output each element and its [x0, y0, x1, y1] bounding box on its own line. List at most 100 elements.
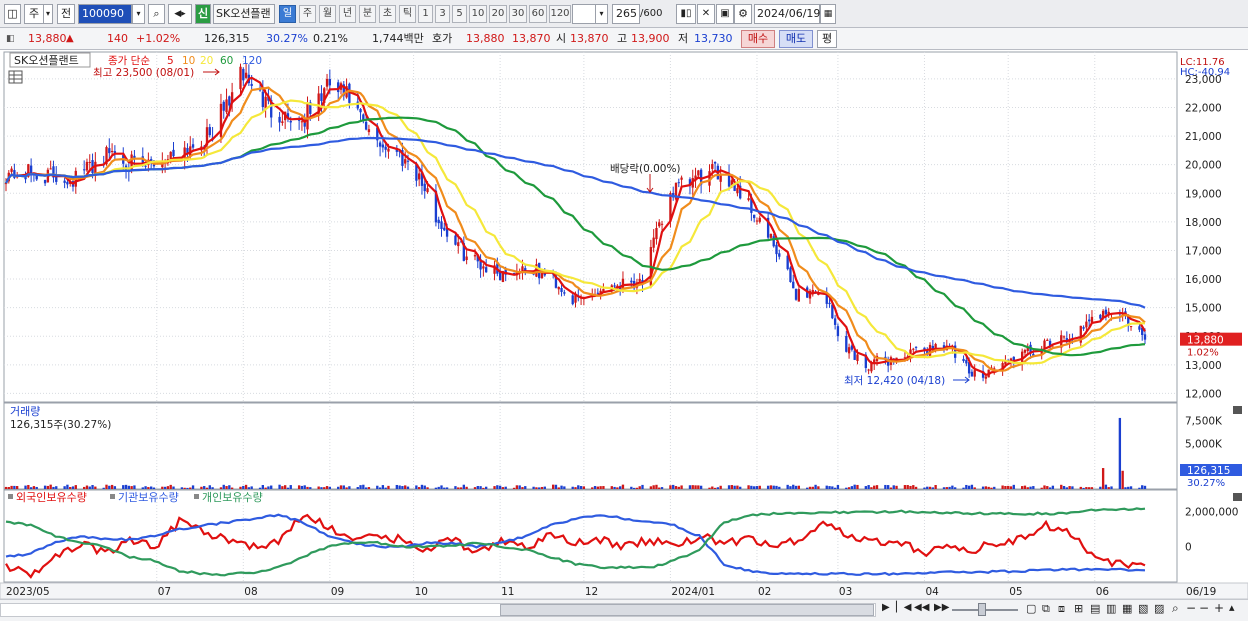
quote-menu-icon[interactable]: ◧	[6, 28, 15, 50]
interval-button[interactable]: 3	[435, 5, 450, 23]
count-input[interactable]: 265	[612, 4, 640, 24]
interval-button[interactable]: 60	[529, 5, 547, 23]
buy-button[interactable]: 매수	[741, 30, 775, 48]
timeframe-button[interactable]: 틱	[399, 5, 416, 23]
trade-amount: 1,744백만	[372, 32, 424, 45]
timeframe-button[interactable]: 월	[319, 5, 336, 23]
layout-icon-7[interactable]: ▦	[1122, 602, 1132, 615]
interval-button[interactable]: 10	[469, 5, 487, 23]
zoom-search-icon[interactable]: ⌕	[1172, 601, 1179, 616]
volume-bar	[244, 484, 248, 489]
chevron-down-icon[interactable]: ▾	[44, 4, 53, 24]
volume-bar	[289, 485, 292, 489]
interval-button[interactable]: 1	[418, 5, 433, 23]
candle-body	[711, 164, 714, 169]
volume-bar	[697, 485, 700, 489]
speaker-icon[interactable]: ◀▸	[168, 4, 192, 24]
volume-bar	[108, 485, 111, 489]
volume-bar	[1007, 485, 1010, 489]
chart-scrollbar[interactable]: ▶ ▏◀ ◀◀ ▶▶ ▢ ⧉ ⧈ ⊞ ▤ ▥ ▦ ▧ ▨ ⌕ − − + ▴	[0, 599, 1248, 621]
zoom-slider-handle[interactable]	[978, 603, 986, 616]
volume-bar	[348, 486, 351, 489]
calendar-icon[interactable]: ▦	[820, 4, 836, 24]
zoom-in-icon[interactable]: +	[1214, 601, 1224, 615]
scroll-right-icon[interactable]: ▶	[882, 602, 890, 613]
period-select[interactable]: 주	[24, 4, 44, 24]
layout-icon-5[interactable]: ▤	[1090, 602, 1100, 615]
candle-body	[755, 220, 759, 222]
volume-bar	[339, 485, 343, 489]
layout-icon-6[interactable]: ▥	[1106, 602, 1116, 615]
candle-body	[680, 177, 683, 180]
volume-bar	[730, 485, 734, 489]
timeframe-button[interactable]: 일	[279, 5, 296, 23]
volume-bar	[10, 485, 13, 489]
candle-body	[1143, 334, 1147, 340]
layout-icon-3[interactable]: ⧈	[1058, 602, 1065, 616]
scroll-thumb[interactable]	[500, 604, 874, 616]
date-input[interactable]: 2024/06/19	[754, 4, 820, 24]
chart-menu-icon[interactable]: ◫	[4, 4, 21, 24]
scroll-back-icon[interactable]: ▏◀	[896, 602, 911, 613]
volume-bar	[186, 487, 189, 489]
volume-bar	[309, 487, 312, 489]
code-dropdown-icon[interactable]: ▾	[132, 4, 145, 24]
interval-button[interactable]: 20	[489, 5, 507, 23]
interval-button[interactable]: 30	[509, 5, 527, 23]
search-icon[interactable]: ⌕	[148, 4, 165, 24]
scroll-first-icon[interactable]: ◀◀	[914, 602, 929, 613]
zoom-reset-icon[interactable]: −	[1186, 601, 1196, 615]
volume-bar	[88, 486, 91, 489]
price-tick-label: 21,000	[1185, 131, 1222, 143]
layout-icon-2[interactable]: ⧉	[1042, 602, 1050, 616]
timeframe-button[interactable]: 주	[299, 5, 316, 23]
candle-type-icon[interactable]: ▮▯	[676, 4, 696, 24]
volume-bar	[543, 486, 546, 489]
volume-bar	[1090, 487, 1094, 489]
volume-bar	[635, 487, 639, 489]
timeframe-button[interactable]: 초	[379, 5, 396, 23]
volume-bar	[806, 487, 809, 489]
volume-bar	[845, 487, 848, 489]
candle-body	[870, 363, 873, 372]
candle-body	[222, 101, 225, 111]
interval-dropdown-icon[interactable]: ▾	[595, 4, 608, 24]
price-tick-label: 20,000	[1185, 160, 1222, 172]
candle-body	[10, 168, 13, 172]
volume-bar	[967, 485, 971, 489]
volume-bar	[395, 484, 399, 489]
crosshair-icon[interactable]: ✕	[697, 4, 715, 24]
stock-code-input[interactable]: 100090	[78, 4, 132, 24]
timeframe-button[interactable]: 분	[359, 5, 376, 23]
volume-bar	[521, 487, 524, 489]
save-icon[interactable]: ▣	[716, 4, 734, 24]
gear-icon[interactable]: ⚙	[734, 4, 752, 24]
volume-bar	[1062, 485, 1066, 489]
ma-legend-period: 5	[167, 55, 174, 67]
volume-bar	[1009, 486, 1013, 489]
quote-bar: ◧ 13,880 ▲ 140 +1.02% 126,315 30.27% 0.2…	[0, 28, 1248, 50]
candle-body	[867, 369, 870, 371]
prev-button[interactable]: 전	[57, 4, 75, 24]
stock-chart[interactable]: 23,00022,00021,00020,00019,00018,00017,0…	[0, 50, 1248, 599]
expand-icon[interactable]: ▴	[1229, 601, 1235, 614]
volume-bar	[228, 485, 231, 489]
sell-button[interactable]: 매도	[779, 30, 813, 48]
layout-icon-8[interactable]: ▧	[1138, 602, 1148, 615]
interval-button[interactable]: 5	[452, 5, 467, 23]
eval-button[interactable]: 평	[817, 30, 837, 48]
timeframe-button[interactable]: 년	[339, 5, 356, 23]
volume-bar	[577, 485, 580, 489]
layout-icon-4[interactable]: ⊞	[1074, 602, 1083, 615]
layout-icon-9[interactable]: ▨	[1154, 602, 1164, 615]
interval-button[interactable]: 120	[549, 5, 571, 23]
volume-bar	[476, 485, 479, 489]
scroll-last-icon[interactable]: ▶▶	[934, 602, 949, 613]
candle-body	[571, 295, 574, 305]
layout-icon-1[interactable]: ▢	[1026, 602, 1036, 615]
zoom-out-icon[interactable]: −	[1199, 601, 1209, 615]
volume-bar	[1104, 484, 1108, 489]
candle-body	[43, 179, 47, 184]
volume-bar	[833, 487, 837, 489]
volume-bar	[817, 486, 820, 489]
